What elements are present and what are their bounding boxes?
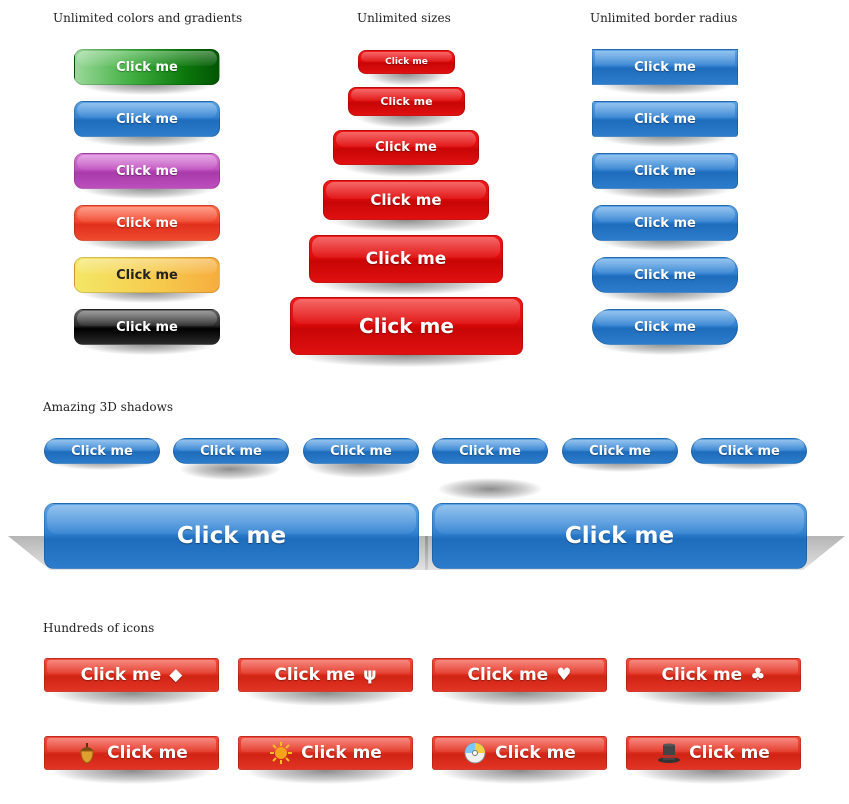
club-icon: ♣ [750,665,766,685]
button-label: Click me [380,95,433,108]
shadow-button-2[interactable]: Click me [173,438,289,464]
top-hat-icon [657,741,681,765]
icon-button-disc[interactable]: Click me [432,736,607,770]
icon-button-sun[interactable]: Click me [238,736,413,770]
button-label: Click me [459,443,521,459]
color-button-blue[interactable]: Click me [74,101,220,137]
button-label: Click me [107,743,188,763]
size-button-2[interactable]: Click me [348,87,465,116]
psi-icon: ψ [363,665,377,685]
sun-icon [269,741,293,765]
button-label: Click me [80,665,162,685]
heading-border-radius: Unlimited border radius [590,11,738,25]
button-label: Click me [370,191,442,209]
button-label: Click me [661,665,743,685]
button-label: Click me [634,59,696,75]
heading-3d-shadows: Amazing 3D shadows [43,400,174,414]
heading-sizes: Unlimited sizes [357,11,451,25]
button-label: Click me [274,665,356,685]
size-button-3[interactable]: Click me [333,130,479,165]
icon-button-top-hat[interactable]: Click me [626,736,801,770]
button-label: Click me [116,59,178,75]
button-label: Click me [116,215,178,231]
button-label: Click me [116,267,178,283]
button-label: Click me [634,319,696,335]
heading-colors: Unlimited colors and gradients [53,11,243,25]
heading-icons: Hundreds of icons [43,621,155,635]
button-label: Click me [116,111,178,127]
radius-button-5[interactable]: Click me [592,257,738,293]
shadow-button-3[interactable]: Click me [303,438,419,464]
button-label: Click me [365,249,447,269]
button-label: Click me [116,319,178,335]
size-button-1[interactable]: Click me [358,50,455,74]
button-label: Click me [301,743,382,763]
color-button-black[interactable]: Click me [74,309,220,345]
button-label: Click me [634,267,696,283]
shadow-button-6[interactable]: Click me [691,438,807,464]
button-label: Click me [564,523,675,549]
diamond-icon: ◆ [169,665,183,685]
button-label: Click me [71,443,133,459]
acorn-icon [75,741,99,765]
button-label: Click me [467,665,549,685]
icon-button-acorn[interactable]: Click me [44,736,219,770]
button-shadow [438,478,542,500]
radius-button-6[interactable]: Click me [592,309,738,345]
button-label: Click me [116,163,178,179]
heart-icon: ♥ [556,665,572,685]
radius-button-1[interactable]: Click me [592,49,738,85]
size-button-6[interactable]: Click me [290,297,523,355]
button-label: Click me [634,111,696,127]
button-label: Click me [634,215,696,231]
size-button-5[interactable]: Click me [309,235,503,283]
icon-button-diamond[interactable]: Click me ◆ [44,658,219,692]
color-button-yellow[interactable]: Click me [74,257,220,293]
radius-button-3[interactable]: Click me [592,153,738,189]
button-label: Click me [176,523,287,549]
button-label: Click me [200,443,262,459]
button-label: Click me [589,443,651,459]
icon-button-club[interactable]: Click me ♣ [626,658,801,692]
color-button-purple[interactable]: Click me [74,153,220,189]
radius-button-4[interactable]: Click me [592,205,738,241]
big-shadow-button-left[interactable]: Click me [44,503,419,569]
button-label: Click me [385,57,428,67]
button-label: Click me [495,743,576,763]
color-button-green[interactable]: Click me [74,49,220,85]
icon-button-psi[interactable]: Click me ψ [238,658,413,692]
button-label: Click me [718,443,780,459]
shadow-button-1[interactable]: Click me [44,438,160,464]
shadow-button-5[interactable]: Click me [562,438,678,464]
disc-icon [463,741,487,765]
button-label: Click me [689,743,770,763]
size-button-4[interactable]: Click me [323,180,489,220]
button-label: Click me [359,314,454,338]
radius-button-2[interactable]: Click me [592,101,738,137]
icon-button-heart[interactable]: Click me ♥ [432,658,607,692]
shadow-button-4[interactable]: Click me [432,438,548,464]
button-label: Click me [330,443,392,459]
color-button-orange-red[interactable]: Click me [74,205,220,241]
button-label: Click me [375,140,437,155]
button-label: Click me [634,163,696,179]
big-shadow-button-right[interactable]: Click me [432,503,807,569]
